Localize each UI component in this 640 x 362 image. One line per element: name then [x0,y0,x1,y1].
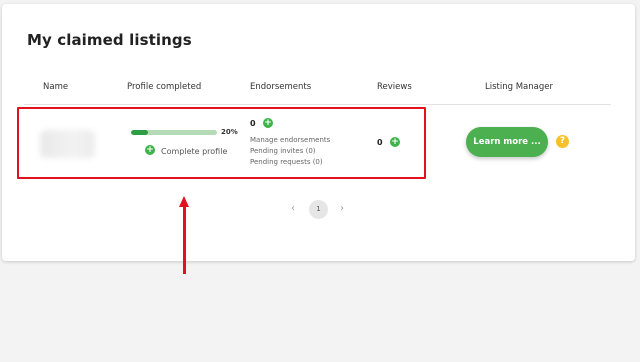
pagination-next-icon[interactable]: › [340,203,344,214]
annotation-arrow [183,205,186,274]
column-header-profile-completed: Profile completed [127,82,202,92]
column-header-name: Name [43,82,69,92]
help-icon[interactable]: ? [556,135,569,148]
header-divider [24,104,611,105]
pagination-page-1[interactable]: 1 [309,200,328,219]
column-header-reviews: Reviews [377,82,412,92]
page-title: My claimed listings [27,31,192,49]
column-header-listing-manager: Listing Manager [485,82,553,92]
learn-more-button[interactable]: Learn more ... [466,127,548,157]
column-header-endorsements: Endorsements [250,82,312,92]
highlight-box [17,107,426,179]
pagination-prev-icon[interactable]: ‹ [291,203,295,214]
